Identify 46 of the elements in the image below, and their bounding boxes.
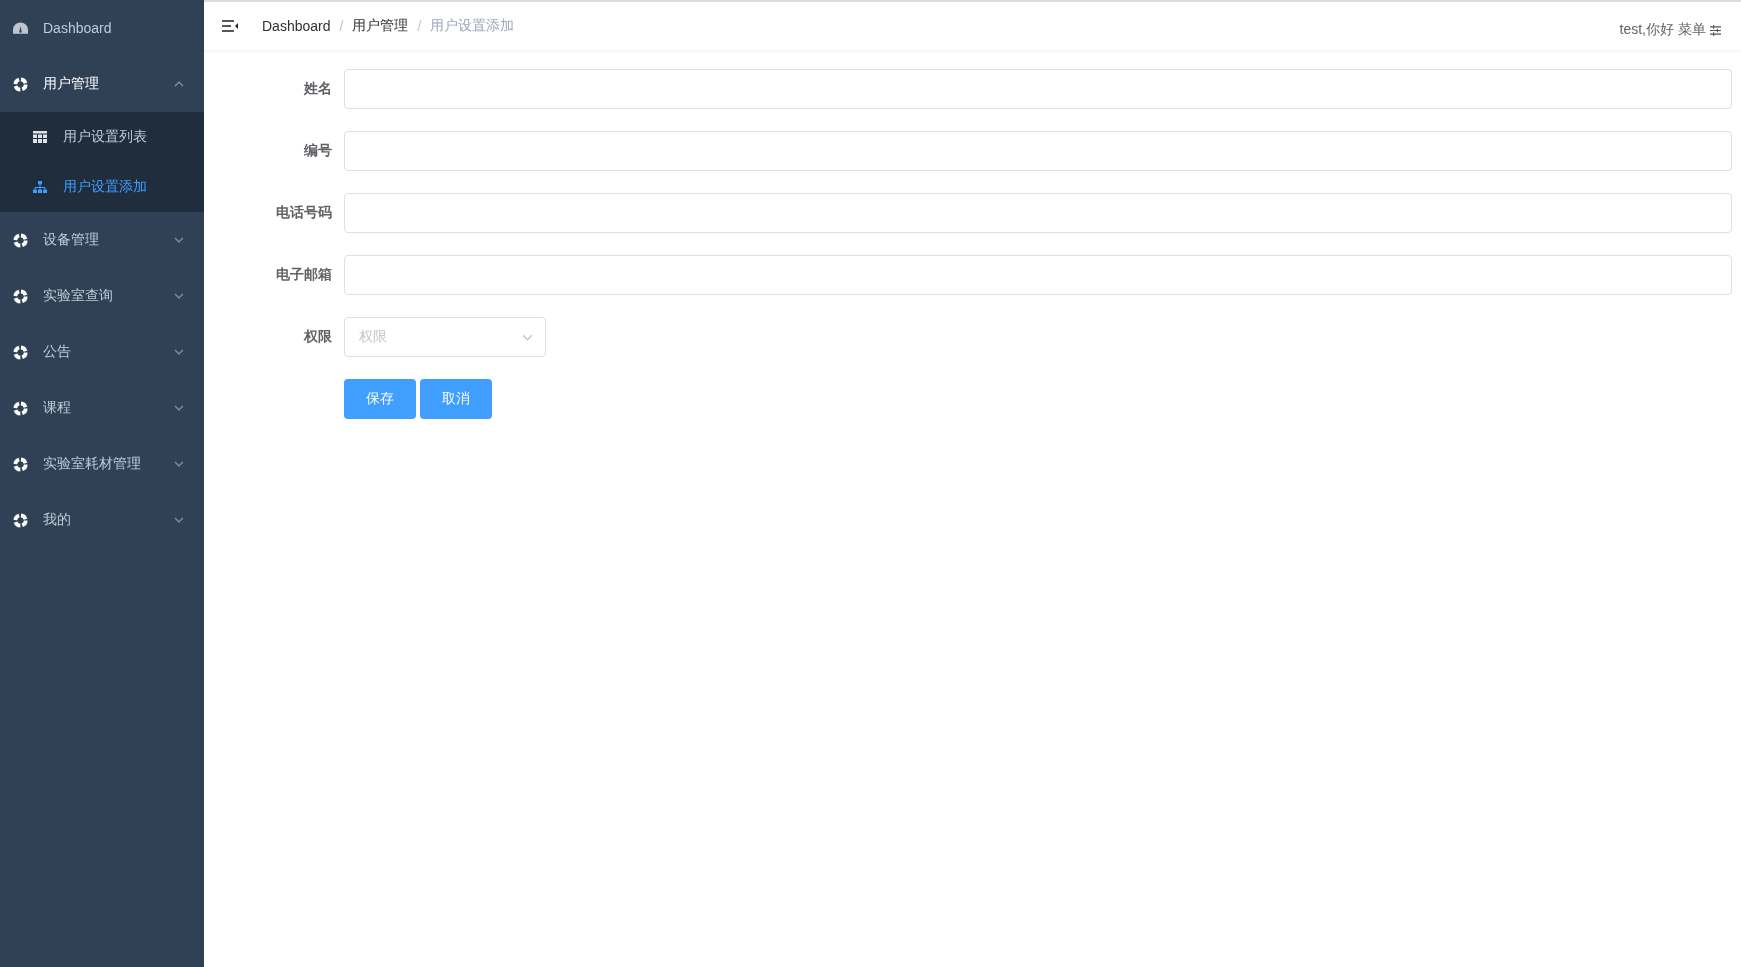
breadcrumb-item[interactable]: 用户管理 xyxy=(352,17,409,35)
chevron-icon xyxy=(174,349,184,355)
menu-item[interactable]: 我的 xyxy=(0,492,204,548)
breadcrumb-separator: / xyxy=(339,18,344,34)
text-field[interactable] xyxy=(344,131,1732,171)
menu-item[interactable]: Dashboard xyxy=(0,0,204,56)
submenu-item[interactable]: 用户设置添加 xyxy=(0,162,204,212)
menu-fold-icon[interactable] xyxy=(222,20,238,32)
field-label: 编号 xyxy=(303,142,333,160)
field-label: 姓名 xyxy=(303,80,333,98)
breadcrumb-item[interactable]: Dashboard xyxy=(262,18,331,34)
lifebuoy-icon xyxy=(13,76,28,92)
lifebuoy-icon xyxy=(13,400,28,416)
breadcrumb-item: 用户设置添加 xyxy=(430,17,515,35)
chevron-icon xyxy=(174,405,184,411)
gauge-icon xyxy=(13,22,28,34)
table-icon xyxy=(33,131,47,143)
text-field[interactable] xyxy=(344,193,1732,233)
field-label: 权限 xyxy=(303,328,333,346)
chevron-icon xyxy=(174,517,184,523)
chevron-icon xyxy=(522,333,533,341)
sliders-icon[interactable] xyxy=(1710,24,1721,36)
lifebuoy-icon xyxy=(13,512,28,528)
lifebuoy-icon xyxy=(13,288,28,304)
submenu-item[interactable]: 用户设置列表 xyxy=(0,112,204,162)
lifebuoy-icon xyxy=(13,456,28,472)
text-field[interactable] xyxy=(344,255,1732,295)
menu-item[interactable]: 公告 xyxy=(0,324,204,380)
menu-item[interactable]: 课程 xyxy=(0,380,204,436)
chevron-icon xyxy=(174,461,184,467)
menu-item[interactable]: 实验室耗材管理 xyxy=(0,436,204,492)
lifebuoy-icon xyxy=(13,344,28,360)
chevron-icon xyxy=(174,81,184,87)
hierarchy-icon xyxy=(33,181,47,193)
field-label: 电子邮箱 xyxy=(275,266,333,284)
field-label: 电话号码 xyxy=(275,204,333,222)
text-field[interactable] xyxy=(344,69,1732,109)
menu-link[interactable]: 菜单 xyxy=(1678,21,1706,39)
chevron-icon xyxy=(174,293,184,299)
user-greeting: test,你好 xyxy=(1619,21,1674,39)
breadcrumb-separator: / xyxy=(417,18,422,34)
menu-item[interactable]: 设备管理 xyxy=(0,212,204,268)
menu-item[interactable]: 实验室查询 xyxy=(0,268,204,324)
chevron-icon xyxy=(174,237,184,243)
menu-item[interactable]: 用户管理 xyxy=(0,56,204,112)
lifebuoy-icon xyxy=(13,232,28,248)
